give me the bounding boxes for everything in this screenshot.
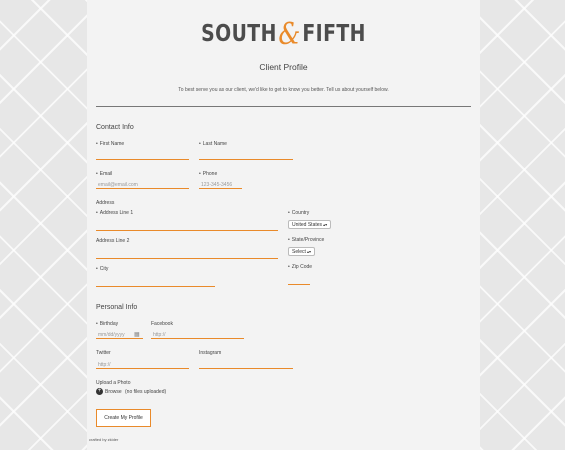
phone-label: Phone: [199, 171, 217, 177]
email-input[interactable]: email@email.com: [96, 179, 189, 189]
page-title: Client Profile: [259, 62, 308, 72]
zip-label: Zip Code: [288, 264, 312, 270]
instagram-label: Instagram: [199, 350, 222, 356]
upload-icon[interactable]: +: [96, 388, 103, 395]
city-input[interactable]: [96, 277, 215, 287]
address-line2-label: Address Line 2: [96, 238, 130, 244]
phone-input[interactable]: 123-345-3456: [199, 179, 242, 189]
create-profile-button[interactable]: Create My Profile: [96, 409, 151, 427]
header-divider: [96, 106, 471, 107]
zip-input[interactable]: [288, 275, 310, 285]
profile-form-card: SOUTH&FIFTH Client Profile To best serve…: [87, 0, 480, 450]
facebook-label: Facebook: [151, 321, 173, 327]
instagram-input[interactable]: [199, 359, 293, 369]
brand-word-left: SOUTH: [201, 21, 277, 47]
last-name-label: Last Name: [199, 141, 227, 147]
last-name-input[interactable]: [199, 150, 293, 160]
contact-info-heading: Contact Info: [96, 124, 134, 131]
address-line1-label: Address Line 1: [96, 210, 133, 216]
twitter-label: Twitter: [96, 350, 111, 356]
twitter-input[interactable]: http://: [96, 359, 189, 369]
personal-info-heading: Personal Info: [96, 304, 138, 311]
intro-text: To best serve you as our client, we'd li…: [178, 87, 389, 93]
calendar-icon[interactable]: ▦: [134, 331, 140, 338]
city-label: City: [96, 266, 109, 272]
browse-button[interactable]: Browse: [105, 389, 122, 395]
country-label: Country: [288, 210, 310, 216]
country-select[interactable]: United States: [288, 220, 332, 229]
upload-label: Upload a Photo: [96, 380, 131, 386]
brand-logo: SOUTH&FIFTH: [122, 14, 444, 52]
brand-ampersand: &: [278, 17, 301, 52]
brand-word-right: FIFTH: [302, 21, 366, 47]
address-line1-input[interactable]: [96, 221, 278, 231]
address-line2-input[interactable]: [96, 249, 278, 259]
address-heading: Address: [96, 200, 115, 206]
birthday-label: Birthday: [96, 321, 118, 327]
first-name-label: First Name: [96, 141, 124, 147]
credit-text: crafted by zkider: [89, 437, 119, 442]
facebook-input[interactable]: http://: [151, 329, 244, 339]
first-name-input[interactable]: [96, 150, 189, 160]
email-label: Email: [96, 171, 113, 177]
state-label: State/Province: [288, 237, 325, 243]
no-files-text: (no files uploaded): [125, 389, 167, 395]
state-select[interactable]: Select: [288, 247, 316, 256]
